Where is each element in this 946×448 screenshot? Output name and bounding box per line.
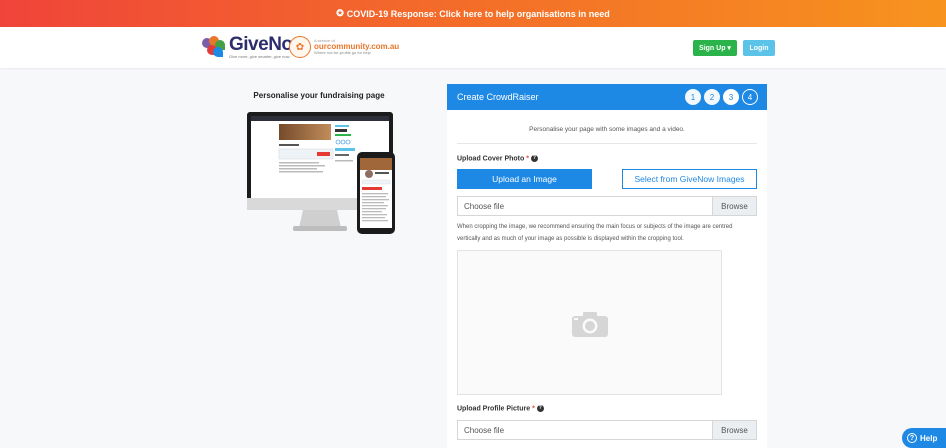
panel-title: Create CrowdRaiser (457, 92, 539, 102)
required-mark: * (532, 405, 535, 413)
covid-banner-text: COVID-19 Response: Click here to help or… (346, 8, 610, 19)
cropping-area[interactable] (457, 250, 722, 395)
profile-picture-label: Upload Profile Picture * ? (457, 405, 544, 413)
step-4[interactable]: 4 (742, 89, 758, 105)
panel-header: Create CrowdRaiser 1 2 3 4 (447, 84, 767, 110)
profile-file-input[interactable]: Choose file Browse (457, 420, 757, 440)
select-givenow-images-button[interactable]: Select from GiveNow Images (622, 169, 757, 189)
signup-button[interactable]: Sign Up ▾ (693, 40, 737, 56)
device-preview-image (247, 112, 395, 234)
cover-file-input[interactable]: Choose file Browse (457, 196, 757, 216)
virus-icon: ✪ (336, 8, 344, 18)
ourcommunity-logo[interactable]: ✿ A service of ourcommunity.com.au Where… (289, 36, 399, 58)
partner-tagline: Where not-for-profits go for help (314, 50, 371, 56)
cover-browse-button[interactable]: Browse (712, 197, 756, 215)
create-crowdraiser-panel: Create CrowdRaiser 1 2 3 4 Personalise y… (447, 84, 767, 448)
login-button[interactable]: Login (743, 40, 775, 56)
panel-intro: Personalise your page with some images a… (529, 126, 685, 133)
profile-file-name[interactable]: Choose file (458, 421, 712, 439)
covid-banner[interactable]: ✪ COVID-19 Response: Click here to help … (0, 0, 946, 27)
preview-title: Personalise your fundraising page (253, 91, 385, 100)
hearts-icon (202, 36, 226, 58)
help-button[interactable]: ? Help (902, 428, 946, 448)
divider (457, 143, 757, 144)
step-indicator: 1 2 3 4 (685, 89, 758, 105)
help-label: Help (920, 433, 938, 443)
step-1[interactable]: 1 (685, 89, 701, 105)
help-circle-icon[interactable]: ? (536, 405, 544, 412)
step-2[interactable]: 2 (704, 89, 720, 105)
cover-file-name[interactable]: Choose file (458, 197, 712, 215)
help-circle-icon[interactable]: ? (530, 155, 538, 162)
step-3[interactable]: 3 (723, 89, 739, 105)
ourcommunity-icon: ✿ (289, 36, 311, 58)
profile-browse-button[interactable]: Browse (712, 421, 756, 439)
camera-icon (572, 312, 608, 337)
question-icon: ? (907, 433, 917, 443)
cover-photo-label: Upload Cover Photo * ? (457, 155, 538, 163)
crop-help-text: When cropping the image, we recommend en… (457, 224, 733, 242)
required-mark: * (526, 155, 529, 163)
site-header: GiveNow Give more, give smarter, give no… (0, 27, 946, 68)
upload-image-button[interactable]: Upload an Image (457, 169, 592, 189)
